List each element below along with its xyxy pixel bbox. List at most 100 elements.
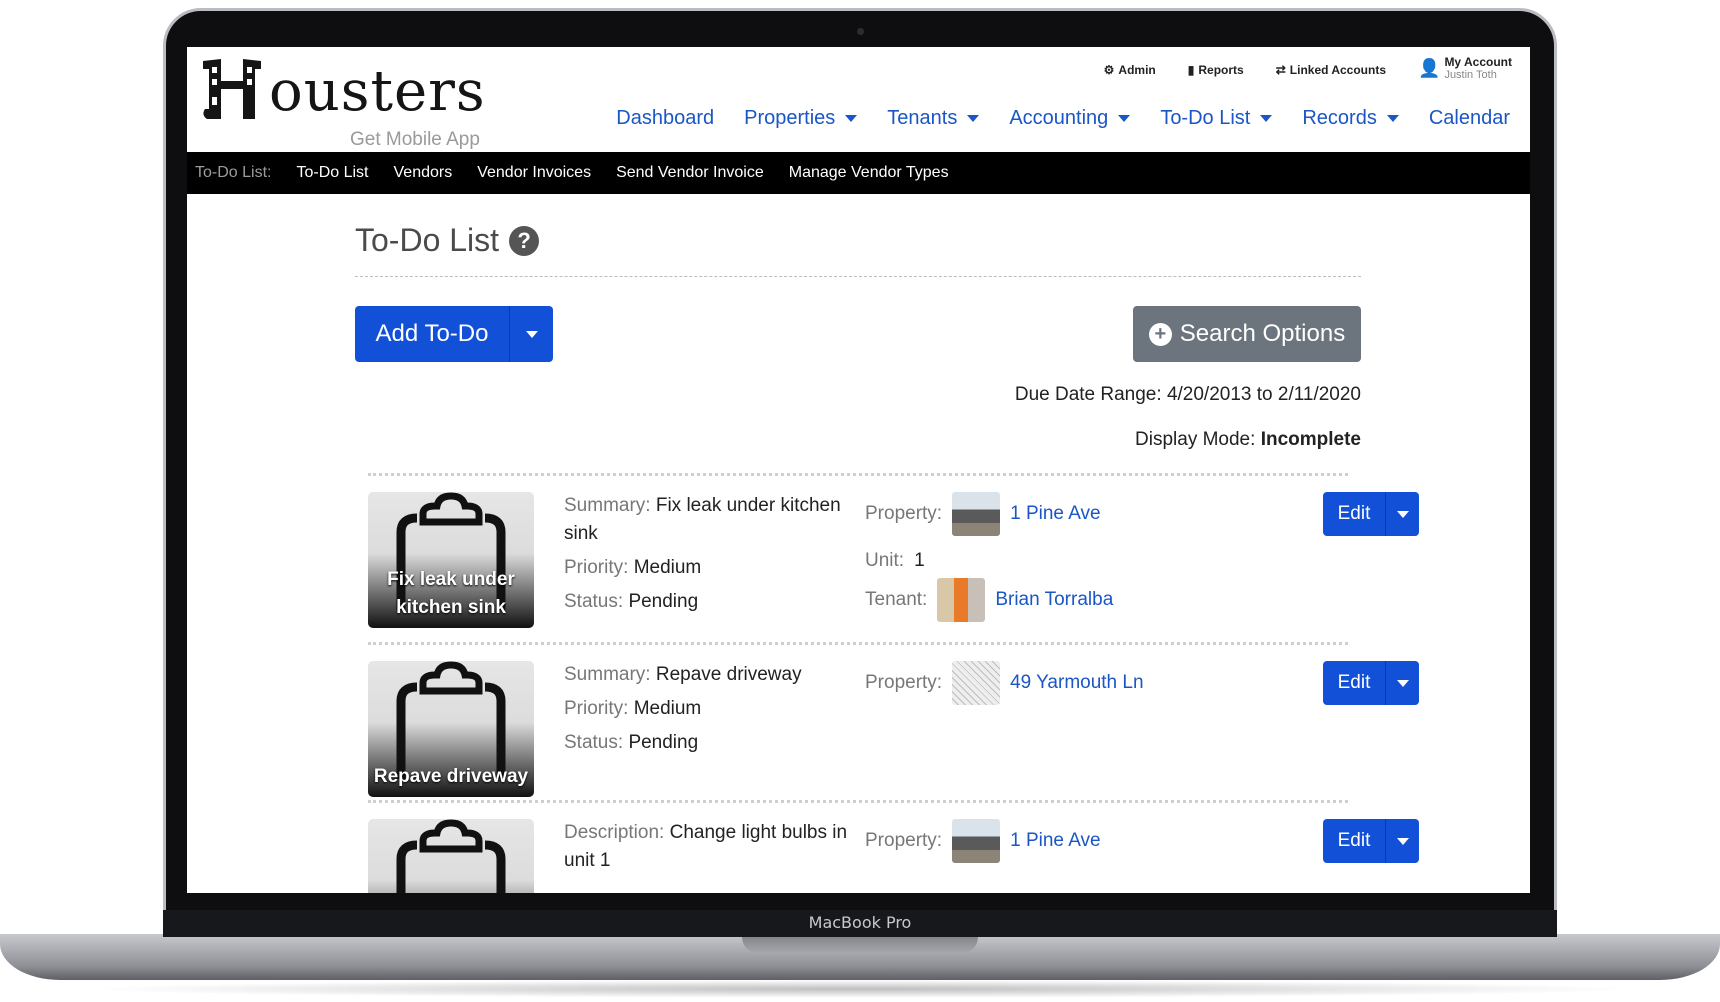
nav-todo[interactable]: To-Do List [1160,107,1273,130]
due-range-label: Due Date Range: [1014,384,1162,405]
priority-value: Medium [633,557,702,578]
priority-value: Medium [633,698,702,719]
sub-nav-label: To-Do List: [195,164,272,181]
todo-item: Description: Change light bulbs in unit … [368,800,1419,893]
get-mobile-app-link[interactable]: Get Mobile App [350,129,480,151]
priority-label: Priority: [564,698,629,719]
tenant-field: Tenant: Brian Torralba [865,578,1113,622]
property-link[interactable]: 49 Yarmouth Ln [1010,672,1143,694]
edit-dropdown[interactable] [1385,492,1419,536]
edit-dropdown[interactable] [1385,819,1419,863]
laptop-shadow [80,980,1640,998]
nav-dashboard[interactable]: Dashboard [616,107,714,130]
nav-tenants[interactable]: Tenants [887,107,980,130]
app-header: ousters Get Mobile App ⚙ Admin ▮ Reports… [187,47,1530,152]
nav-properties[interactable]: Properties [744,107,858,130]
summary-value: Repave driveway [655,664,802,685]
summary-label: Summary: [564,495,651,516]
plus-circle-icon: + [1148,322,1172,346]
display-mode-value: Incomplete [1260,429,1361,450]
edit-label: Edit [1337,672,1371,693]
due-range-value: 4/20/2013 to 2/11/2020 [1166,384,1361,405]
property-photo[interactable] [952,492,1001,536]
todo-item: Fix leak under kitchen sink Summary: Fix… [368,473,1419,643]
admin-link[interactable]: ⚙ Admin [1104,55,1156,77]
device-label: MacBook Pro [808,913,912,932]
subnav-todo-list[interactable]: To-Do List [296,164,368,182]
property-field: Property: 1 Pine Ave [865,492,1101,536]
todo-thumbnail[interactable] [368,819,534,893]
help-icon[interactable]: ? [509,225,540,256]
property-photo[interactable] [952,819,1001,863]
property-label: Property: [865,830,943,851]
nav-label: Accounting [1009,107,1109,129]
property-field: Property: 1 Pine Ave [865,819,1101,863]
caret-down-icon [967,115,980,122]
edit-button[interactable]: Edit [1323,661,1419,705]
nav-label: Dashboard [616,107,715,129]
unit-value: 1 [914,550,925,571]
thumbnail-caption: Repave driveway [373,766,529,787]
search-options-label: Search Options [1179,320,1346,347]
property-label: Property: [865,503,943,524]
my-account-link[interactable]: 👤 My Account Justin Toth [1418,55,1512,81]
nav-label: Records [1302,107,1377,129]
clipboard-icon [396,819,506,893]
caret-down-icon [1118,115,1131,122]
edit-button[interactable]: Edit [1323,492,1419,536]
subnav-manage-vendor-types[interactable]: Manage Vendor Types [789,164,949,182]
property-link[interactable]: 1 Pine Ave [1010,503,1101,525]
tenant-label: Tenant: [865,589,928,610]
logo[interactable]: ousters [199,55,486,125]
nav-label: Tenants [887,107,958,129]
edit-label: Edit [1337,830,1371,851]
todo-item: Repave driveway Summary: Repave driveway… [368,642,1419,802]
nav-label: To-Do List [1160,107,1251,129]
status-label: Status: [564,591,624,612]
nav-label: Calendar [1428,107,1510,129]
subnav-vendor-invoices[interactable]: Vendor Invoices [477,164,591,182]
caret-down-icon [1260,115,1273,122]
tenant-link[interactable]: Brian Torralba [995,589,1113,611]
user-icon: 👤 [1418,57,1441,78]
thumbnail-caption: Fix leak under kitchen sink [387,569,515,618]
status-value: Pending [628,591,699,612]
camera-icon [857,28,864,35]
search-options-button[interactable]: + Search Options [1133,306,1361,362]
todo-thumbnail[interactable]: Fix leak under kitchen sink [368,492,534,628]
todo-details: Summary: Repave driveway Priority: Mediu… [564,661,864,763]
exchange-icon: ⇄ [1275,63,1286,77]
tenant-photo[interactable] [937,578,986,622]
edit-dropdown[interactable] [1385,661,1419,705]
subnav-vendors[interactable]: Vendors [394,164,453,182]
display-mode-label: Display Mode: [1135,429,1256,450]
description-label: Description: [564,822,665,843]
page-title-text: To-Do List [355,222,500,258]
nav-records[interactable]: Records [1302,107,1399,130]
display-mode: Display Mode: Incomplete [1135,429,1361,451]
status-label: Status: [564,732,624,753]
caret-down-icon [1396,837,1409,845]
todo-thumbnail[interactable]: Repave driveway [368,661,534,797]
account-user-name: Justin Toth [1444,69,1497,81]
reports-label: Reports [1198,63,1244,77]
caret-down-icon [1396,510,1409,518]
reports-link[interactable]: ▮ Reports [1188,55,1244,77]
linked-accounts-link[interactable]: ⇄ Linked Accounts [1276,55,1386,77]
todo-details: Summary: Fix leak under kitchen sink Pri… [564,492,864,622]
property-label: Property: [865,672,943,693]
nav-accounting[interactable]: Accounting [1009,107,1131,130]
priority-label: Priority: [564,557,629,578]
property-link[interactable]: 1 Pine Ave [1010,830,1101,852]
due-date-range: Due Date Range: 4/20/2013 to 2/11/2020 [1015,384,1361,406]
screen: ousters Get Mobile App ⚙ Admin ▮ Reports… [187,47,1530,893]
add-todo-dropdown[interactable] [509,306,553,362]
property-photo[interactable] [952,661,1001,705]
add-todo-label: Add To-Do [375,320,489,347]
edit-button[interactable]: Edit [1323,819,1419,863]
utility-nav: ⚙ Admin ▮ Reports ⇄ Linked Accounts 👤 My… [1104,55,1512,81]
subnav-send-vendor-invoice[interactable]: Send Vendor Invoice [616,164,764,182]
bar-chart-icon: ▮ [1187,63,1195,77]
add-todo-button[interactable]: Add To-Do [355,306,553,362]
nav-calendar[interactable]: Calendar [1429,107,1510,130]
